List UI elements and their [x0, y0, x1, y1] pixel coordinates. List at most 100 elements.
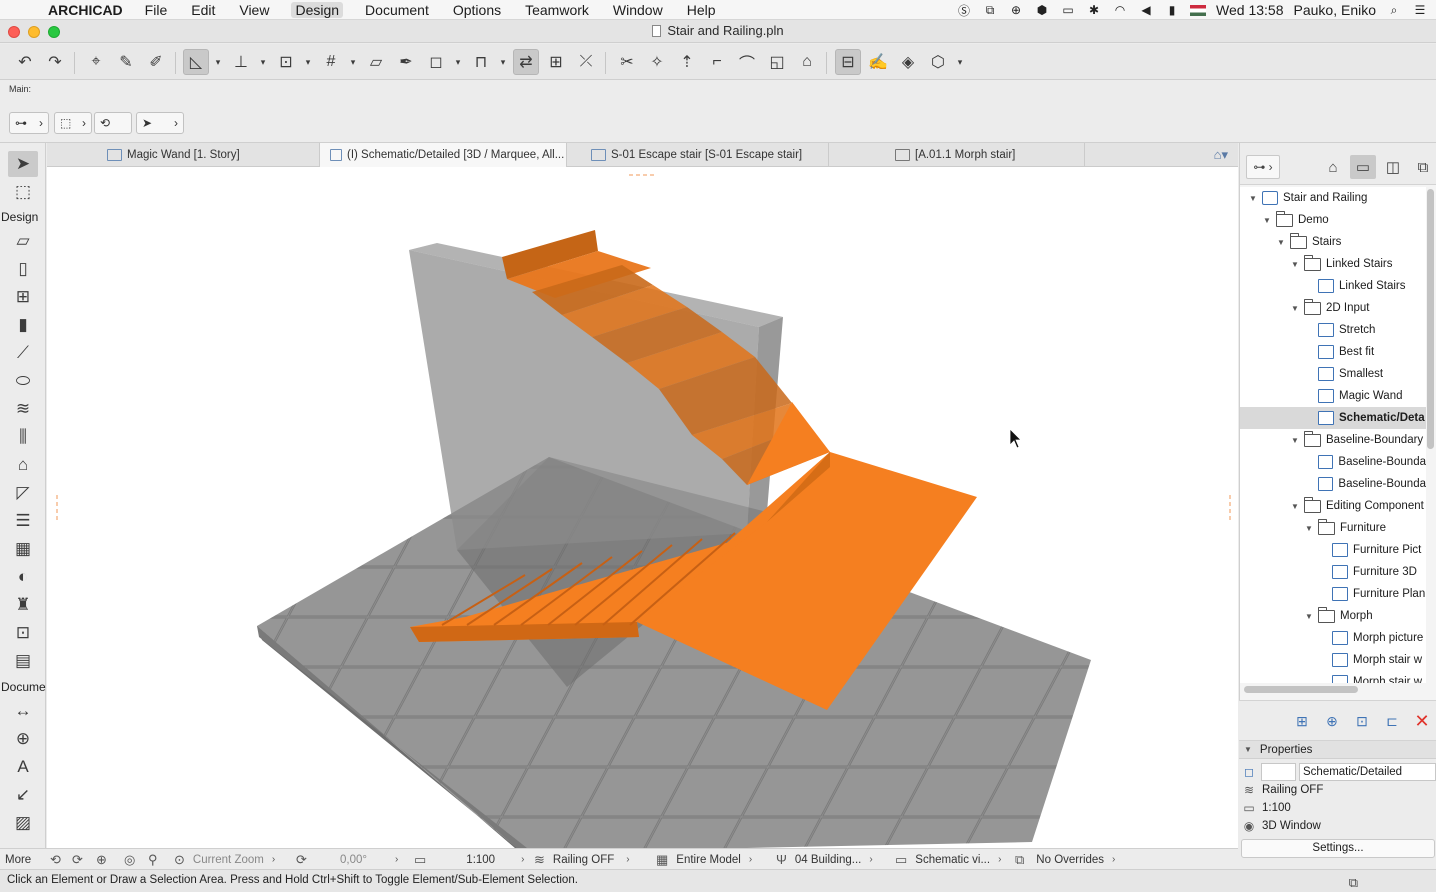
mesh-tool-icon[interactable]: ☰ — [8, 508, 38, 534]
dimension-icon[interactable]: ⊞ — [543, 49, 569, 75]
property-layer-combination[interactable]: ≋ Railing OFF — [1239, 781, 1436, 799]
morph-tool-icon[interactable]: ◐ — [8, 564, 38, 590]
menu-teamwork[interactable]: Teamwork — [523, 2, 591, 18]
label-tool-icon[interactable]: ↙ — [8, 782, 38, 808]
model-view-dropdown[interactable]: ▦ Entire Model › — [656, 849, 752, 870]
expand-triangle-icon[interactable]: ▼ — [1248, 194, 1258, 203]
curve-icon[interactable]: ⌒ — [734, 49, 760, 75]
tab-menu-icon[interactable]: ⌂▾ — [1214, 147, 1228, 163]
tree-item[interactable]: ▼ Furniture — [1240, 517, 1426, 539]
tree-item[interactable]: Best fit — [1240, 341, 1426, 363]
curtain-wall-tool-icon[interactable]: ▦ — [8, 536, 38, 562]
chevron-down-icon[interactable]: ▾ — [453, 49, 463, 75]
tab-morph-stair[interactable]: [A.01.1 Morph stair] — [885, 143, 1085, 167]
trim-icon[interactable]: ⌐ — [704, 49, 730, 75]
expand-triangle-icon[interactable]: ▼ — [1262, 216, 1272, 225]
more-label[interactable]: More — [5, 849, 31, 870]
layout-grid-icon[interactable]: ⊟ — [835, 49, 861, 75]
tree-item[interactable]: ▼ Baseline-Boundary — [1240, 429, 1426, 451]
orbit-icon[interactable]: ◎ — [124, 849, 143, 870]
tab-s01-escape-stair[interactable]: S-01 Escape stair [S-01 Escape stair] — [581, 143, 829, 167]
railing-tool-icon[interactable]: ⫼ — [8, 424, 38, 450]
tree-item[interactable]: Morph stair w — [1240, 671, 1426, 683]
magic-wand-icon[interactable]: ✧ — [644, 49, 670, 75]
pen-set-icon[interactable]: ✒ — [393, 49, 419, 75]
tree-item[interactable]: Morph stair w — [1240, 649, 1426, 671]
expand-triangle-icon[interactable]: ▼ — [1304, 524, 1314, 533]
angle-field[interactable]: 0,00° › — [340, 849, 398, 870]
section-document[interactable]: Docume — [0, 680, 46, 694]
menu-design[interactable]: Design — [291, 1, 344, 18]
clone-folder-icon[interactable]: ⊞ — [1291, 711, 1313, 731]
menu-edit[interactable]: Edit — [189, 2, 217, 18]
tree-item[interactable]: Linked Stairs — [1240, 275, 1426, 297]
tree-item[interactable]: Furniture Pict — [1240, 539, 1426, 561]
roof-tool-icon[interactable]: ⌂ — [8, 452, 38, 478]
column-tool-icon[interactable]: ▮ — [8, 312, 38, 338]
undo-icon[interactable]: ↶ — [12, 49, 38, 75]
shell-tool-icon[interactable]: ◸ — [8, 480, 38, 506]
view-id-field[interactable] — [1261, 763, 1296, 781]
settings-button[interactable]: Settings... — [1241, 839, 1435, 858]
3d-navigation-icon[interactable]: ⬡ — [925, 49, 951, 75]
3d-view-icon[interactable]: ◈ — [895, 49, 921, 75]
clock[interactable]: Wed 13:58 — [1216, 2, 1283, 18]
expand-triangle-icon[interactable]: ▼ — [1304, 612, 1314, 621]
undo-zoom-icon[interactable]: ⟲ — [50, 849, 69, 870]
marquee-tool-icon[interactable]: ⬚ — [8, 179, 38, 205]
property-scale[interactable]: ▭ 1:100 — [1239, 799, 1436, 817]
spotlight-icon[interactable]: ⌕ — [1386, 3, 1402, 17]
dimension-tool-icon[interactable]: ↔ — [8, 698, 38, 724]
redo-icon[interactable]: ↷ — [42, 49, 68, 75]
close-window-button[interactable] — [8, 26, 20, 38]
volume-icon[interactable]: ◀ — [1138, 3, 1154, 17]
tree-item[interactable]: Baseline-Bounda — [1240, 451, 1426, 473]
redo-zoom-icon[interactable]: ⟳ — [72, 849, 91, 870]
tree-item[interactable]: Stretch — [1240, 319, 1426, 341]
hexagon-icon[interactable]: ⬢ — [1034, 3, 1050, 17]
horizontal-scrollbar[interactable] — [1244, 686, 1358, 693]
lock-icon[interactable]: ⊓ — [468, 49, 494, 75]
tree-item[interactable]: ▼ Stairs — [1240, 231, 1426, 253]
expand-triangle-icon[interactable]: ▼ — [1276, 238, 1286, 247]
draw-icon[interactable]: ✍ — [865, 49, 891, 75]
grid-snap-icon[interactable]: # — [318, 49, 344, 75]
chevron-down-icon[interactable]: ▾ — [258, 49, 268, 75]
expand-triangle-icon[interactable]: ▼ — [1290, 502, 1300, 511]
notification-center-icon[interactable]: ☰ — [1412, 3, 1428, 17]
menu-help[interactable]: Help — [685, 2, 718, 18]
guide-lines-icon[interactable]: ◺ — [183, 49, 209, 75]
object-tool-icon[interactable]: ♜ — [8, 592, 38, 618]
rotate-view-icon[interactable]: ⟳ — [296, 849, 315, 870]
globe-icon[interactable]: ⊕ — [1008, 3, 1024, 17]
save-view-icon[interactable]: ⊕ — [1321, 711, 1343, 731]
find-select-icon[interactable]: ⌖ — [83, 49, 109, 75]
zoom-in-icon[interactable]: ⊕ — [96, 849, 115, 870]
copy-icon[interactable]: ⧉ — [982, 3, 998, 17]
door-tool-icon[interactable]: ▯ — [8, 256, 38, 282]
layer-icon[interactable]: ▱ — [363, 49, 389, 75]
tree-item[interactable]: Furniture Plan — [1240, 583, 1426, 605]
zone-tool-icon[interactable]: ⊡ — [8, 620, 38, 646]
layer-combination-dropdown[interactable]: ≋ Railing OFF › — [534, 849, 630, 870]
wall-tool-icon[interactable]: ▱ — [8, 228, 38, 254]
tree-item[interactable]: ▼ Stair and Railing — [1240, 187, 1426, 209]
slab-tool-icon[interactable]: ⬭ — [8, 368, 38, 394]
menu-options[interactable]: Options — [451, 2, 503, 18]
tree-item[interactable]: ▼ Morph — [1240, 605, 1426, 627]
menu-window[interactable]: Window — [611, 2, 665, 18]
resize-icon[interactable]: ◱ — [764, 49, 790, 75]
new-subset-icon[interactable]: ⊏ — [1381, 711, 1403, 731]
new-folder-icon[interactable]: ⊡ — [1351, 711, 1373, 731]
mvo-dropdown[interactable]: ▭ Schematic vi... › — [895, 849, 1001, 870]
airplay-icon[interactable]: ▭ — [1060, 3, 1076, 17]
flag-icon[interactable] — [1190, 4, 1207, 16]
property-window[interactable]: ◉ 3D Window — [1239, 817, 1436, 835]
beam-tool-icon[interactable]: ⟋ — [8, 340, 38, 366]
layout-book-icon[interactable]: ◫ — [1380, 155, 1406, 179]
walk-icon[interactable]: ⚲ — [148, 849, 166, 870]
minimize-window-button[interactable] — [28, 26, 40, 38]
chevron-down-icon[interactable]: ▾ — [303, 49, 313, 75]
tab-magic-wand[interactable]: Magic Wand [1. Story] — [97, 143, 320, 167]
tree-item[interactable]: ▼ Demo — [1240, 209, 1426, 231]
